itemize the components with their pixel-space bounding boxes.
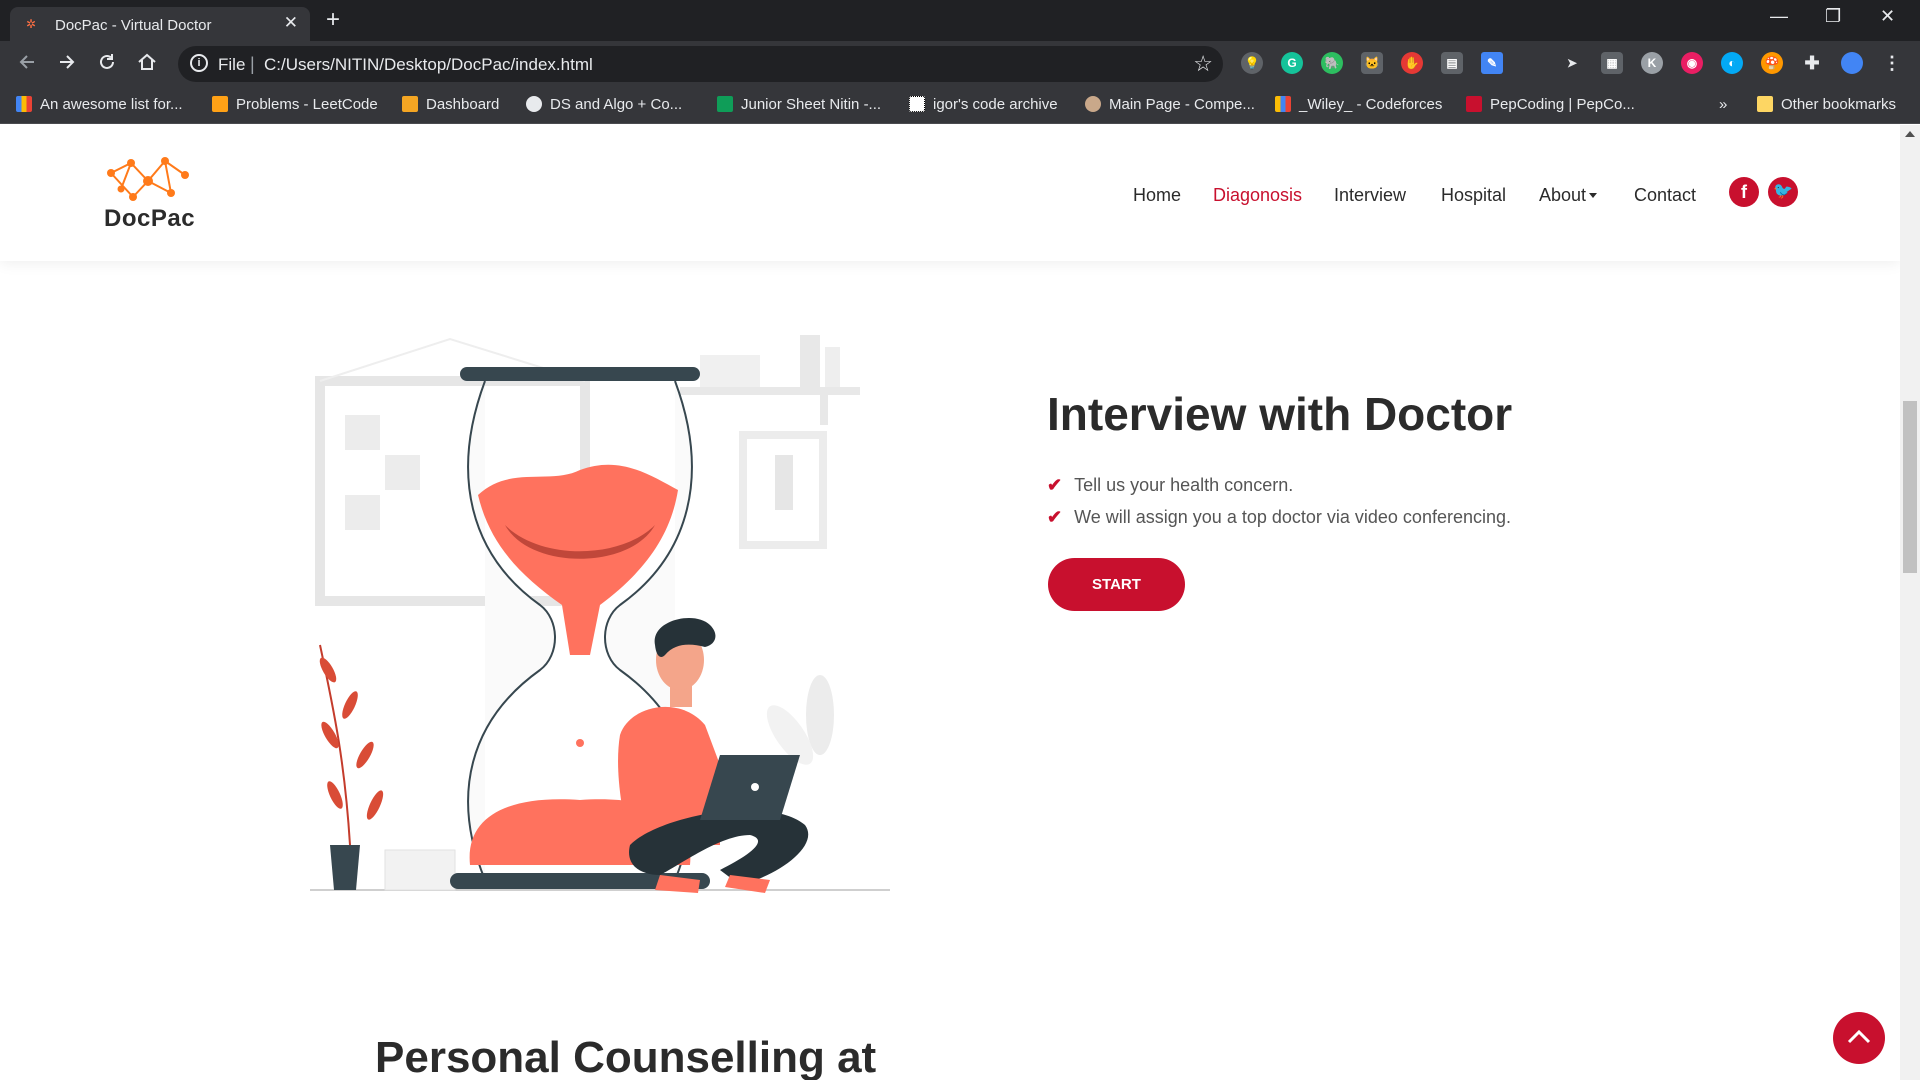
address-separator: | bbox=[250, 54, 255, 74]
site-info-icon[interactable]: i bbox=[190, 54, 208, 72]
bookmark-item[interactable]: Dashboard bbox=[402, 96, 499, 113]
lightbulb-extension-icon[interactable]: 💡 bbox=[1241, 52, 1263, 74]
home-icon[interactable] bbox=[136, 51, 158, 79]
profile-avatar[interactable] bbox=[1841, 52, 1863, 74]
clipboard-extension-icon[interactable]: ▤ bbox=[1441, 52, 1463, 74]
check-icon: ✔ bbox=[1047, 475, 1063, 495]
twitter-icon[interactable]: 🐦 bbox=[1768, 177, 1798, 207]
cat-extension-icon[interactable]: 🐱 bbox=[1361, 52, 1383, 74]
menu-dots-icon[interactable]: ⋮ bbox=[1881, 52, 1903, 74]
bookmark-item[interactable]: DS and Algo + Co... bbox=[526, 96, 682, 113]
page-title: Interview with Doctor bbox=[1047, 388, 1513, 440]
folder-icon bbox=[1757, 96, 1773, 112]
close-window-button[interactable]: ✕ bbox=[1880, 6, 1895, 27]
site-header: DocPac Home Diagonosis Interview Hospita… bbox=[0, 125, 1900, 261]
other-bookmarks[interactable]: Other bookmarks bbox=[1757, 96, 1896, 113]
tab-title: DocPac - Virtual Doctor bbox=[55, 17, 212, 34]
page-viewport: DocPac Home Diagonosis Interview Hospita… bbox=[0, 125, 1920, 1080]
docpac-logo-icon[interactable] bbox=[103, 153, 193, 203]
list-item: ✔ Tell us your health concern. bbox=[1047, 475, 1294, 495]
nav-diagnosis[interactable]: Diagonosis bbox=[1213, 185, 1302, 206]
evernote-extension-icon[interactable]: 🐘 bbox=[1321, 52, 1343, 74]
nav-about-dropdown[interactable]: About bbox=[1539, 185, 1598, 206]
section-heading: Personal Counselling at bbox=[375, 1033, 877, 1080]
docpac-favicon-icon: ✲ bbox=[26, 17, 37, 31]
bookmark-star-icon[interactable]: ☆ bbox=[1193, 51, 1213, 77]
chevron-up-icon bbox=[1847, 1029, 1871, 1044]
page-scrollbar[interactable] bbox=[1900, 125, 1920, 1080]
new-tab-button[interactable]: + bbox=[326, 6, 340, 34]
bookmark-item[interactable]: _Wiley_ - Codeforces bbox=[1275, 96, 1442, 113]
bookmark-item[interactable]: An awesome list for... bbox=[16, 96, 183, 113]
k-extension-icon[interactable]: K bbox=[1641, 52, 1663, 74]
leetcode-icon bbox=[212, 96, 228, 112]
grid-extension-icon[interactable]: ▦ bbox=[1601, 52, 1623, 74]
bookmark-item[interactable]: Junior Sheet Nitin -... bbox=[717, 96, 881, 113]
compendium-icon bbox=[1085, 96, 1101, 112]
restore-button[interactable]: ❐ bbox=[1825, 6, 1841, 27]
bookmarks-bar: An awesome list for... Problems - LeetCo… bbox=[0, 87, 1920, 124]
forward-arrow-icon[interactable] bbox=[56, 51, 78, 79]
address-scheme: File bbox=[218, 55, 246, 74]
scroll-up-arrow-icon[interactable] bbox=[1905, 131, 1915, 137]
nav-home[interactable]: Home bbox=[1133, 185, 1181, 206]
address-bar[interactable]: i File | C:/Users/NITIN/Desktop/DocPac/i… bbox=[178, 46, 1223, 82]
address-url[interactable]: C:/Users/NITIN/Desktop/DocPac/index.html bbox=[264, 55, 593, 75]
sheets-icon bbox=[717, 96, 733, 112]
grammarly-extension-icon[interactable]: G bbox=[1281, 52, 1303, 74]
igor-icon bbox=[909, 96, 925, 112]
bookmarks-overflow-button[interactable]: » bbox=[1719, 96, 1727, 113]
bookmark-item[interactable]: PepCoding | PepCo... bbox=[1466, 96, 1635, 113]
mushroom-extension-icon[interactable]: 🍄 bbox=[1761, 52, 1783, 74]
extensions-puzzle-icon[interactable]: ✚ bbox=[1801, 52, 1823, 74]
facebook-icon[interactable]: f bbox=[1729, 177, 1759, 207]
ds-algo-icon bbox=[526, 96, 542, 112]
logo-text[interactable]: DocPac bbox=[104, 205, 195, 233]
record-extension-icon[interactable]: ◉ bbox=[1681, 52, 1703, 74]
bookmark-item[interactable]: igor's code archive bbox=[909, 96, 1058, 113]
check-icon: ✔ bbox=[1047, 507, 1063, 527]
browser-toolbar: i File | C:/Users/NITIN/Desktop/DocPac/i… bbox=[0, 41, 1920, 87]
pen-extension-icon[interactable]: ✎ bbox=[1481, 52, 1503, 74]
chevron-down-icon bbox=[1589, 193, 1598, 198]
cursor-extension-icon[interactable]: ➤ bbox=[1561, 52, 1583, 74]
feature-list: ✔ Tell us your health concern. ✔ We will a… bbox=[1047, 469, 1511, 533]
bar-chart-icon bbox=[16, 96, 32, 112]
edge-extension-icon[interactable]: ◐ bbox=[1721, 52, 1743, 74]
hourglass-person-illustration bbox=[310, 335, 890, 893]
back-arrow-icon[interactable] bbox=[16, 51, 38, 79]
tab-strip: ✲ DocPac - Virtual Doctor ✕ + — ❐ ✕ bbox=[0, 0, 1920, 41]
scrollbar-thumb[interactable] bbox=[1903, 401, 1917, 573]
dashboard-icon bbox=[402, 96, 418, 112]
minimize-button[interactable]: — bbox=[1770, 6, 1788, 27]
bookmark-item[interactable]: Problems - LeetCode bbox=[212, 96, 378, 113]
nav-hospital[interactable]: Hospital bbox=[1441, 185, 1506, 206]
nav-about[interactable]: About bbox=[1539, 185, 1586, 205]
back-to-top-button[interactable] bbox=[1833, 1012, 1885, 1064]
stop-hand-extension-icon[interactable]: ✋ bbox=[1401, 52, 1423, 74]
browser-tab[interactable]: ✲ DocPac - Virtual Doctor ✕ bbox=[10, 7, 310, 41]
pepcoding-icon bbox=[1466, 96, 1482, 112]
reload-icon[interactable] bbox=[96, 51, 118, 79]
list-item: ✔ We will assign you a top doctor via vid… bbox=[1047, 507, 1511, 527]
nav-interview[interactable]: Interview bbox=[1334, 185, 1406, 206]
codeforces-icon bbox=[1275, 96, 1291, 112]
bookmark-item[interactable]: Main Page - Compe... bbox=[1085, 96, 1255, 113]
nav-contact[interactable]: Contact bbox=[1634, 185, 1696, 206]
start-button[interactable]: START bbox=[1048, 558, 1185, 611]
close-tab-icon[interactable]: ✕ bbox=[284, 13, 298, 33]
